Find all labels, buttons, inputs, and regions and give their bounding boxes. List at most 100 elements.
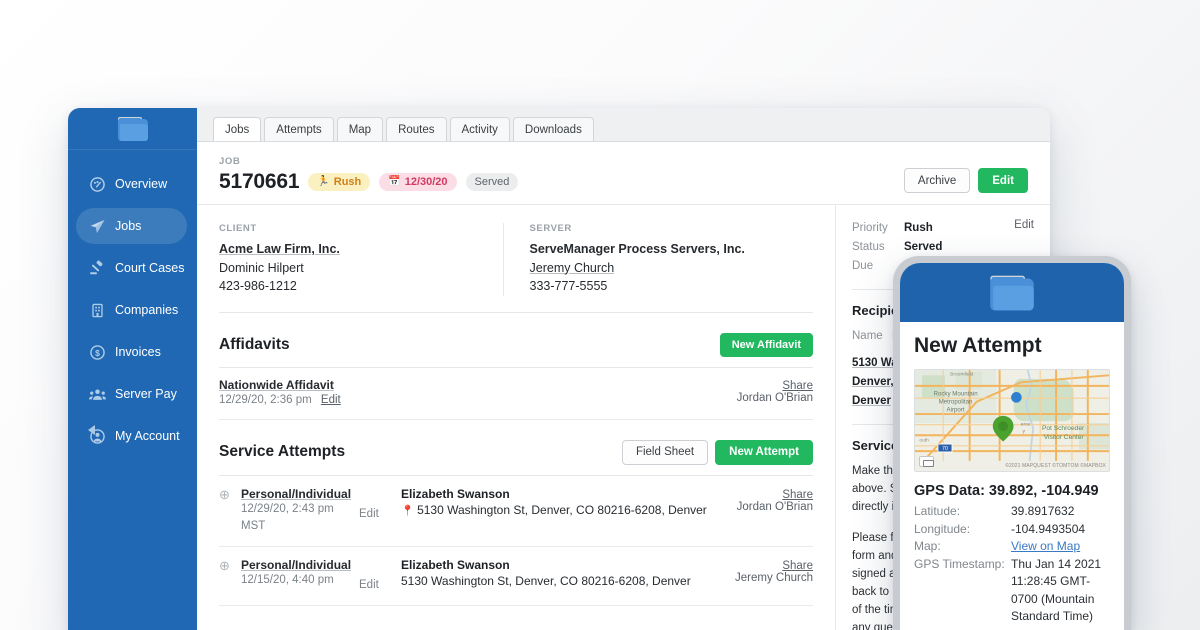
edit-link[interactable]: Edit bbox=[359, 508, 379, 520]
share-link[interactable]: Share bbox=[782, 380, 813, 392]
edit-button[interactable]: Edit bbox=[978, 168, 1028, 193]
field-label: Status bbox=[852, 238, 904, 257]
sidebar-item-label: My Account bbox=[110, 429, 180, 443]
gps-value: 39.8917632 bbox=[1011, 503, 1074, 521]
sidebar-item-court-cases[interactable]: Court Cases bbox=[76, 250, 187, 286]
server-phone: 333-777-5555 bbox=[530, 277, 796, 296]
chevron-left-icon[interactable] bbox=[88, 425, 95, 435]
client-phone: 423-986-1212 bbox=[219, 277, 485, 296]
attempt-type-link[interactable]: Personal/Individual bbox=[241, 558, 351, 572]
table-row[interactable]: ⊕ Personal/Individual 12/29/20, 2:43 pm … bbox=[219, 476, 813, 547]
sidebar-item-overview[interactable]: Overview bbox=[76, 166, 187, 202]
page-title: 5170661 bbox=[219, 170, 299, 194]
status-badge-rush: 🏃 Rush bbox=[308, 173, 370, 191]
gps-row-longitude: Longitude: -104.9493504 bbox=[914, 521, 1110, 539]
tab-routes[interactable]: Routes bbox=[386, 117, 446, 141]
attempt-timezone: MST bbox=[241, 518, 359, 535]
server-block: SERVER ServeManager Process Servers, Inc… bbox=[503, 223, 814, 296]
svg-text:$: $ bbox=[95, 347, 100, 357]
attempt-recipient: Elizabeth Swanson bbox=[401, 558, 721, 572]
tab-label: Downloads bbox=[525, 124, 582, 136]
service-attempts-header: Service Attempts Field Sheet New Attempt bbox=[219, 420, 813, 476]
archive-button[interactable]: Archive bbox=[904, 168, 970, 193]
folder-icon bbox=[990, 275, 1034, 310]
map-layers-icon[interactable] bbox=[919, 456, 934, 467]
status-badge-due-date: 📅 12/30/20 bbox=[379, 173, 456, 191]
left-column: CLIENT Acme Law Firm, Inc. Dominic Hilpe… bbox=[197, 205, 835, 630]
edit-link[interactable]: Edit bbox=[321, 394, 341, 406]
svg-text:Broomfield: Broomfield bbox=[950, 371, 973, 377]
affidavit-owner: Jordan O'Brian bbox=[721, 392, 813, 404]
svg-text:70: 70 bbox=[942, 446, 948, 452]
sidebar-item-companies[interactable]: Companies bbox=[76, 292, 187, 328]
table-row[interactable]: Nationwide Affidavit 12/29/20, 2:36 pm E… bbox=[219, 368, 813, 420]
new-attempt-button[interactable]: New Attempt bbox=[715, 440, 813, 465]
share-link[interactable]: Share bbox=[782, 489, 813, 501]
attempt-date: 12/29/20, 2:43 pm bbox=[241, 501, 359, 518]
gps-value: -104.9493504 bbox=[1011, 521, 1085, 539]
badge-label: Rush bbox=[334, 176, 362, 188]
server-contact-link[interactable]: Jeremy Church bbox=[530, 261, 615, 275]
new-affidavit-button[interactable]: New Affidavit bbox=[720, 333, 813, 357]
gps-key: Map: bbox=[914, 538, 1011, 556]
gavel-icon bbox=[84, 260, 110, 276]
tab-jobs[interactable]: Jobs bbox=[213, 117, 261, 141]
tab-attempts[interactable]: Attempts bbox=[264, 117, 333, 141]
gps-key: Longitude: bbox=[914, 521, 1011, 539]
sidebar-logo[interactable] bbox=[68, 108, 197, 150]
server-company: ServeManager Process Servers, Inc. bbox=[530, 240, 796, 259]
tab-activity[interactable]: Activity bbox=[450, 117, 510, 141]
tab-map[interactable]: Map bbox=[337, 117, 383, 141]
attempt-date: 12/15/20, 4:40 pm bbox=[241, 572, 359, 589]
client-company-link[interactable]: Acme Law Firm, Inc. bbox=[219, 242, 340, 256]
svg-text:Airport: Airport bbox=[946, 406, 964, 413]
tab-label: Activity bbox=[462, 124, 498, 136]
attempt-type-link[interactable]: Personal/Individual bbox=[241, 487, 351, 501]
attempt-recipient: Elizabeth Swanson bbox=[401, 487, 721, 501]
gps-row-timestamp: GPS Timestamp: Thu Jan 14 2021 11:28:45 … bbox=[914, 556, 1110, 626]
affidavit-name-link[interactable]: Nationwide Affidavit bbox=[219, 378, 334, 392]
edit-link[interactable]: Edit bbox=[359, 579, 379, 591]
share-link[interactable]: Share bbox=[782, 560, 813, 572]
svg-text:outh: outh bbox=[919, 437, 929, 443]
details-edit-link[interactable]: Edit bbox=[1014, 219, 1034, 231]
map-thumbnail[interactable]: Broomfield Rocky Mountain Metropolitan A… bbox=[914, 369, 1110, 472]
gps-key: GPS Timestamp: bbox=[914, 556, 1011, 626]
sidebar-item-label: Server Pay bbox=[110, 387, 177, 401]
mobile-screen: New Attempt bbox=[900, 263, 1124, 630]
paper-plane-icon bbox=[84, 218, 110, 235]
field-sheet-button[interactable]: Field Sheet bbox=[622, 440, 708, 465]
sidebar-item-label: Court Cases bbox=[110, 261, 184, 275]
pin-icon: 📍 bbox=[401, 505, 414, 517]
tab-label: Jobs bbox=[225, 124, 249, 136]
affidavits-header: Affidavits New Affidavit bbox=[219, 313, 813, 368]
field-value-status: Served bbox=[904, 238, 1034, 257]
svg-text:Rocky Mountain: Rocky Mountain bbox=[933, 391, 978, 398]
client-contact: Dominic Hilpert bbox=[219, 259, 485, 278]
sidebar-item-jobs[interactable]: Jobs bbox=[76, 208, 187, 244]
attempt-address: 5130 Washington St, Denver, CO 80216-620… bbox=[401, 572, 721, 590]
tab-downloads[interactable]: Downloads bbox=[513, 117, 594, 141]
field-label: Priority bbox=[852, 219, 904, 238]
recipient-address-line3[interactable]: Denver bbox=[852, 395, 891, 407]
gps-data-title: GPS Data: 39.892, -104.949 bbox=[914, 483, 1110, 499]
sidebar-item-my-account[interactable]: My Account bbox=[76, 418, 187, 454]
badge-label: Served bbox=[475, 176, 510, 188]
sidebar-item-invoices[interactable]: $ Invoices bbox=[76, 334, 187, 370]
attempt-address: 5130 Washington St, Denver, CO 80216-620… bbox=[417, 503, 707, 517]
svg-text:Metropolitan: Metropolitan bbox=[939, 399, 973, 406]
affidavits-list: Nationwide Affidavit 12/29/20, 2:36 pm E… bbox=[219, 368, 813, 420]
sidebar-item-label: Companies bbox=[110, 303, 178, 317]
view-on-map-link[interactable]: View on Map bbox=[1011, 539, 1080, 553]
table-row[interactable]: ⊕ Personal/Individual 12/15/20, 4:40 pm … bbox=[219, 547, 813, 606]
gps-row-latitude: Latitude: 39.8917632 bbox=[914, 503, 1110, 521]
client-heading: CLIENT bbox=[219, 223, 485, 234]
expand-icon[interactable]: ⊕ bbox=[219, 487, 241, 535]
sidebar-item-server-pay[interactable]: Server Pay bbox=[76, 376, 187, 412]
badge-label: 12/30/20 bbox=[405, 176, 448, 188]
people-icon bbox=[84, 387, 110, 402]
sidebar-item-label: Overview bbox=[110, 177, 167, 191]
sidebar: Overview Jobs Court Cases Companies bbox=[68, 108, 197, 630]
status-badge-served: Served bbox=[466, 173, 519, 191]
expand-icon[interactable]: ⊕ bbox=[219, 558, 241, 594]
